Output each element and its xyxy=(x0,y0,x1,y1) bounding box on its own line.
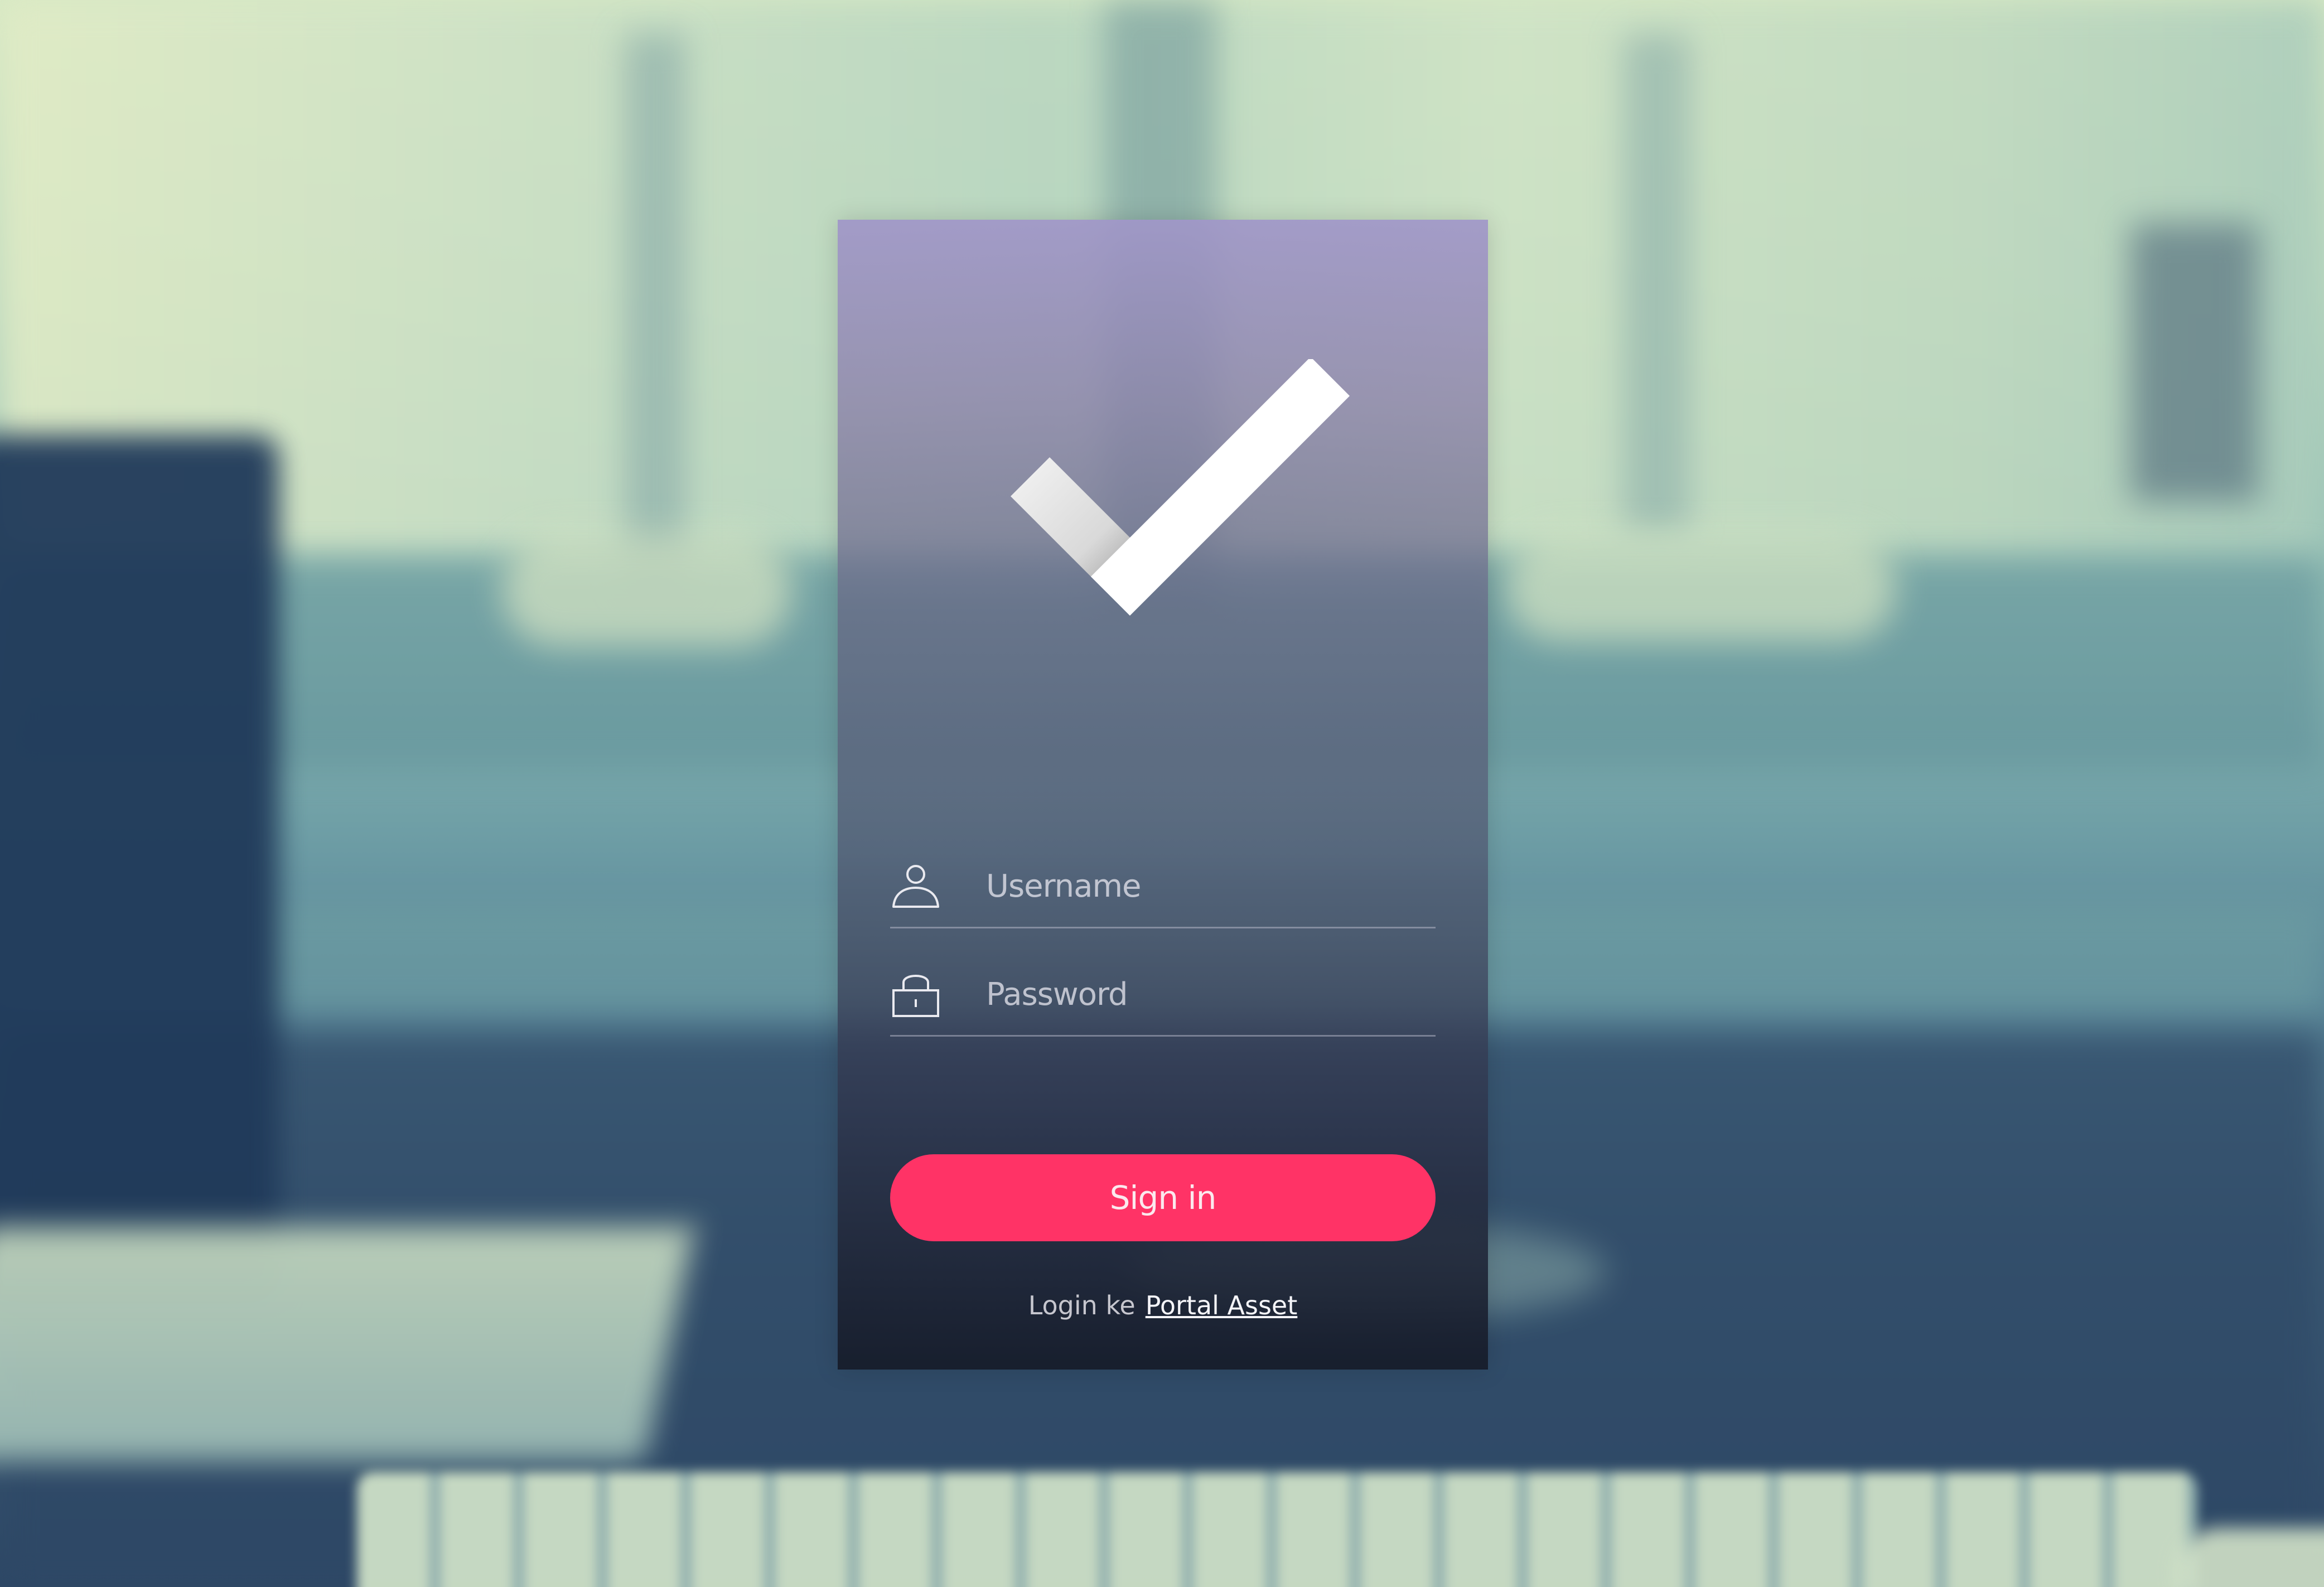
background-laptop-screen xyxy=(0,435,279,1305)
user-icon xyxy=(892,865,939,908)
login-card: Sign in Login ke Portal Asset xyxy=(838,220,1488,1370)
background-light xyxy=(502,535,792,647)
background-laptop-base xyxy=(0,1227,694,1461)
checkmark-logo-icon xyxy=(1011,359,1350,616)
username-field xyxy=(890,843,1436,928)
password-field xyxy=(890,951,1436,1037)
sign-in-button[interactable]: Sign in xyxy=(890,1154,1436,1241)
background-post xyxy=(2130,223,2259,502)
background-mouse xyxy=(2175,1528,2324,1587)
background-window-frame xyxy=(1623,33,1690,535)
username-input[interactable] xyxy=(985,859,1422,913)
background-keyboard xyxy=(357,1472,2197,1587)
portal-footer: Login ke Portal Asset xyxy=(838,1290,1488,1320)
background-light xyxy=(1506,535,1896,641)
background-window-frame xyxy=(625,33,686,591)
login-page: Sign in Login ke Portal Asset xyxy=(0,0,2324,1587)
footer-text: Login ke xyxy=(1028,1290,1136,1320)
password-input[interactable] xyxy=(985,967,1422,1022)
portal-asset-link[interactable]: Portal Asset xyxy=(1146,1290,1298,1320)
lock-icon xyxy=(892,975,939,1017)
